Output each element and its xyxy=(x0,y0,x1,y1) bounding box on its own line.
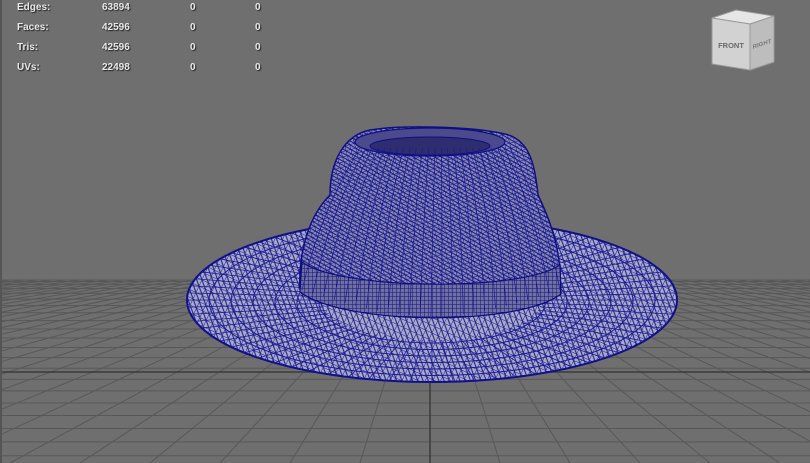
hud-value: 42596 xyxy=(102,42,130,53)
hud-value: 42596 xyxy=(102,22,130,33)
view-cube-icon[interactable]: FRONT RIGHT xyxy=(706,6,780,76)
hud-value: 0 xyxy=(255,42,261,53)
hud-row-uvs: UVs: 22498 0 0 xyxy=(0,61,300,75)
hud-row-edges: Edges: 63894 0 0 xyxy=(0,1,300,15)
hud-value: 0 xyxy=(190,42,196,53)
hat-wireframe-icon xyxy=(186,126,678,383)
3d-viewport[interactable]: Edges: 63894 0 0 Faces: 42596 0 0 Tris: … xyxy=(0,0,810,463)
poly-count-hud: Edges: 63894 0 0 Faces: 42596 0 0 Tris: … xyxy=(0,0,300,80)
hud-label: UVs: xyxy=(17,62,40,73)
hud-row-faces: Faces: 42596 0 0 xyxy=(0,21,300,35)
hud-value: 0 xyxy=(255,22,261,33)
hud-value: 0 xyxy=(255,62,261,73)
view-cube-front-label: FRONT xyxy=(718,41,744,50)
hud-label: Tris: xyxy=(17,42,39,53)
hud-label: Faces: xyxy=(17,22,49,33)
hud-value: 0 xyxy=(255,2,261,13)
hud-value: 63894 xyxy=(102,2,130,13)
hud-label: Edges: xyxy=(17,2,51,13)
hud-value: 22498 xyxy=(102,62,130,73)
hud-value: 0 xyxy=(190,22,196,33)
hud-value: 0 xyxy=(190,62,196,73)
hud-value: 0 xyxy=(190,2,196,13)
hud-row-tris: Tris: 42596 0 0 xyxy=(0,41,300,55)
